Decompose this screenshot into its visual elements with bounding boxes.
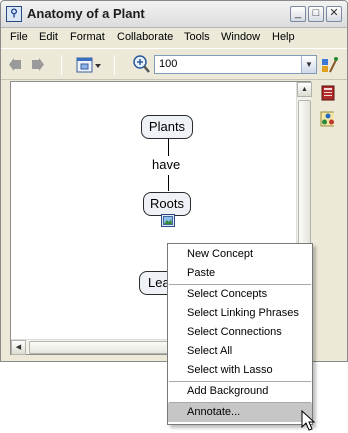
image-resource-icon[interactable] <box>161 214 175 227</box>
connection-line[interactable] <box>168 175 169 191</box>
menu-tools[interactable]: Tools <box>184 31 210 43</box>
scroll-up-icon[interactable]: ▲ <box>297 82 312 97</box>
menu-item-paste[interactable]: Paste <box>168 264 312 283</box>
menu-item-add-background[interactable]: Add Background <box>168 382 312 401</box>
linking-phrase-have[interactable]: have <box>152 157 181 172</box>
chevron-down-icon[interactable]: ▼ <box>301 56 316 73</box>
menu-item-select-concepts[interactable]: Select Concepts <box>168 285 312 304</box>
mouse-cursor-icon <box>301 410 316 431</box>
zoom-icon[interactable] <box>133 55 151 74</box>
book-icon[interactable] <box>321 85 335 101</box>
menu-help[interactable]: Help <box>272 31 295 43</box>
menu-edit[interactable]: Edit <box>39 31 58 43</box>
close-button[interactable]: ✕ <box>326 6 342 22</box>
zoom-combobox[interactable]: 100 ▼ <box>154 55 317 74</box>
menu-item-select-all[interactable]: Select All <box>168 342 312 361</box>
menu-window[interactable]: Window <box>221 31 260 43</box>
menu-item-select-with-lasso[interactable]: Select with Lasso <box>168 361 312 380</box>
window-title: Anatomy of a Plant <box>27 6 145 21</box>
menu-file[interactable]: File <box>10 31 28 43</box>
menu-item-select-linking-phrases[interactable]: Select Linking Phrases <box>168 304 312 323</box>
toolbar-separator <box>114 55 115 75</box>
restore-button[interactable]: □ <box>308 6 324 22</box>
app-icon: ⚲ <box>6 6 22 22</box>
arrow-left-icon[interactable] <box>9 58 22 71</box>
menu-format[interactable]: Format <box>70 31 105 43</box>
title-bar[interactable]: ⚲ Anatomy of a Plant _ □ ✕ <box>1 1 347 28</box>
toolbar-separator <box>61 55 62 75</box>
menu-bar: File Edit Format Collaborate Tools Windo… <box>1 28 347 48</box>
view-icon[interactable] <box>76 56 102 74</box>
menu-item-annotate[interactable]: Annotate... <box>168 403 312 422</box>
context-menu: New Concept Paste Select Concepts Select… <box>167 243 313 425</box>
concept-roots[interactable]: Roots <box>143 192 191 216</box>
scroll-left-icon[interactable]: ◀ <box>11 340 26 355</box>
connection-line[interactable] <box>168 139 169 156</box>
toolbar: 100 ▼ <box>1 48 347 80</box>
minimize-button[interactable]: _ <box>290 6 306 22</box>
menu-collaborate[interactable]: Collaborate <box>117 31 173 43</box>
style-palette-icon[interactable] <box>321 56 339 74</box>
concept-plants[interactable]: Plants <box>141 115 193 139</box>
arrow-right-icon[interactable] <box>31 58 44 71</box>
menu-item-select-connections[interactable]: Select Connections <box>168 323 312 342</box>
network-icon[interactable] <box>320 111 334 127</box>
horizontal-scroll-thumb[interactable] <box>29 341 169 354</box>
zoom-value: 100 <box>159 58 178 70</box>
menu-item-new-concept[interactable]: New Concept <box>168 245 312 264</box>
